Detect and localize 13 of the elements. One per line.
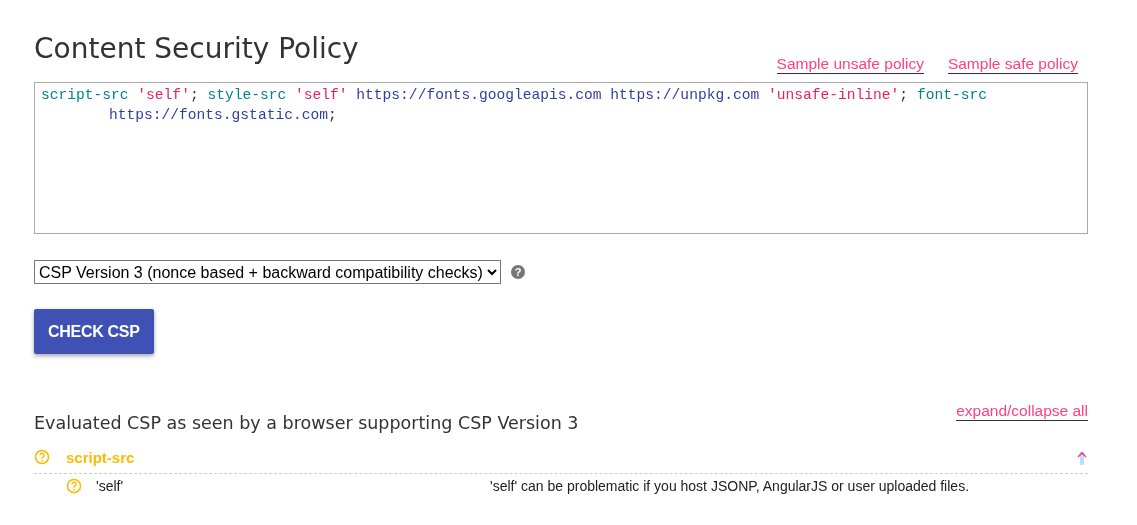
finding-value: 'self' [96, 478, 125, 494]
results-heading: Evaluated CSP as seen by a browser supporting CSP Version 3 [34, 413, 579, 433]
sample-policy-link[interactable]: Sample unsafe policy [776, 55, 924, 74]
check-csp-button[interactable]: CHECK CSP [34, 309, 154, 354]
sample-policy-link[interactable]: Sample safe policy [947, 55, 1078, 74]
warning-question-icon [66, 478, 82, 494]
policy-editor[interactable]: script-src 'self'; style-src 'self' https://fonts.googleapis.com https://unpkg.com 'unsafe-inline'; font-src https://fonts.gstatic.com; [34, 82, 1088, 234]
expand-collapse-link[interactable]: expand/collapse all [956, 402, 1088, 421]
warning-question-icon [34, 449, 50, 465]
csp-version-select[interactable]: CSP Version 3 (nonce based + backward compatibility checks) [34, 260, 501, 284]
finding-message: 'self' can be problematic if you host JSONP, AngularJS or user uploaded files. [490, 478, 969, 494]
page-title: Content Security Policy [34, 32, 359, 65]
help-icon[interactable]: ? [511, 265, 525, 279]
